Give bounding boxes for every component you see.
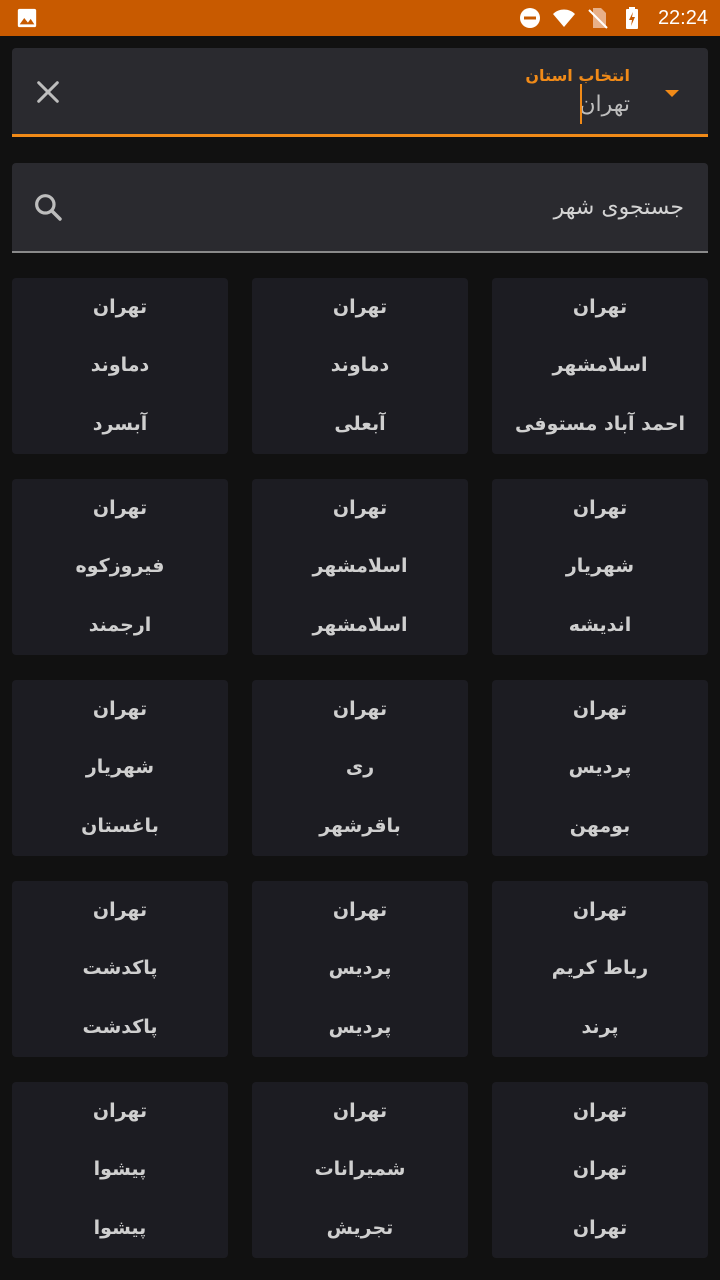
- card-province: تهران: [92, 497, 148, 519]
- dropdown-arrow-icon[interactable]: [662, 86, 682, 100]
- city-card[interactable]: تهران ری باقرشهر: [252, 680, 468, 856]
- card-city: آبعلی: [334, 413, 386, 435]
- card-city: پیشوا: [93, 1217, 147, 1239]
- card-county: رباط کریم: [551, 957, 649, 979]
- city-card[interactable]: تهران پیشوا پیشوا: [12, 1082, 228, 1258]
- card-county: دماوند: [330, 354, 390, 376]
- city-card[interactable]: تهران شهریار اندیشه: [492, 479, 708, 655]
- card-city: پردیس: [328, 1016, 392, 1038]
- card-province: تهران: [92, 296, 148, 318]
- card-city: تجریش: [326, 1217, 394, 1239]
- city-grid: تهران دماوند آبسرد تهران دماوند آبعلی تهران اسل…: [12, 278, 708, 1258]
- card-county: شهریار: [85, 756, 155, 778]
- city-card[interactable]: تهران دماوند آبسرد: [12, 278, 228, 454]
- clock: 22:24: [657, 6, 708, 29]
- province-select[interactable]: انتخاب استان تهران: [12, 48, 708, 137]
- city-search[interactable]: [12, 163, 708, 253]
- city-search-input[interactable]: [88, 163, 684, 251]
- city-card[interactable]: تهران دماوند آبعلی: [252, 278, 468, 454]
- card-province: تهران: [572, 1100, 628, 1122]
- status-bar: 22:24: [0, 0, 720, 36]
- city-card[interactable]: تهران پاکدشت پاکدشت: [12, 881, 228, 1057]
- province-select-label: انتخاب استان: [525, 66, 630, 85]
- city-card[interactable]: تهران پردیس بومهن: [492, 680, 708, 856]
- gallery-icon: [17, 8, 37, 28]
- city-card[interactable]: تهران فیروزکوه ارجمند: [12, 479, 228, 655]
- card-county: تهران: [572, 1158, 628, 1180]
- city-card[interactable]: تهران رباط کریم پرند: [492, 881, 708, 1057]
- city-card[interactable]: تهران شمیرانات تجریش: [252, 1082, 468, 1258]
- card-county: ری: [345, 756, 375, 778]
- card-county: دماوند: [90, 354, 150, 376]
- card-county: پیشوا: [93, 1158, 147, 1180]
- card-province: تهران: [332, 899, 388, 921]
- card-city: اندیشه: [568, 614, 632, 636]
- card-county: شهریار: [565, 555, 635, 577]
- card-province: تهران: [572, 497, 628, 519]
- card-province: تهران: [332, 497, 388, 519]
- card-city: پرند: [581, 1016, 619, 1038]
- card-county: اسلامشهر: [552, 354, 648, 376]
- search-icon: [35, 194, 62, 221]
- card-city: اسلامشهر: [312, 614, 408, 636]
- card-city: آبسرد: [92, 413, 148, 435]
- city-card[interactable]: تهران شهریار باغستان: [12, 680, 228, 856]
- card-city: باقرشهر: [319, 815, 401, 837]
- card-city: پاکدشت: [82, 1016, 158, 1038]
- card-county: اسلامشهر: [312, 555, 408, 577]
- card-province: تهران: [332, 296, 388, 318]
- city-card[interactable]: تهران پردیس پردیس: [252, 881, 468, 1057]
- card-city: احمد آباد مستوفی: [514, 413, 686, 435]
- card-province: تهران: [332, 698, 388, 720]
- card-province: تهران: [92, 899, 148, 921]
- province-select-value[interactable]: تهران: [579, 92, 630, 117]
- card-province: تهران: [332, 1100, 388, 1122]
- card-city: باغستان: [81, 815, 159, 837]
- close-icon[interactable]: [32, 76, 64, 108]
- card-city: بومهن: [569, 815, 631, 837]
- card-county: شمیرانات: [314, 1158, 406, 1180]
- card-city: تهران: [572, 1217, 628, 1239]
- card-province: تهران: [572, 698, 628, 720]
- card-county: پاکدشت: [82, 957, 158, 979]
- city-card[interactable]: تهران اسلامشهر احمد آباد مستوفی: [492, 278, 708, 454]
- wifi-icon: [552, 9, 575, 27]
- card-county: پردیس: [328, 957, 392, 979]
- do-not-disturb-icon: [519, 8, 540, 28]
- card-county: فیروزکوه: [75, 555, 165, 577]
- card-province: تهران: [92, 1100, 148, 1122]
- card-province: تهران: [572, 899, 628, 921]
- text-cursor: [580, 84, 582, 124]
- card-county: پردیس: [568, 756, 632, 778]
- city-card[interactable]: تهران اسلامشهر اسلامشهر: [252, 479, 468, 655]
- city-card[interactable]: تهران تهران تهران: [492, 1082, 708, 1258]
- card-city: ارجمند: [88, 614, 152, 636]
- battery-charging-icon: [625, 7, 638, 29]
- no-sim-icon: [588, 8, 608, 29]
- card-province: تهران: [572, 296, 628, 318]
- card-province: تهران: [92, 698, 148, 720]
